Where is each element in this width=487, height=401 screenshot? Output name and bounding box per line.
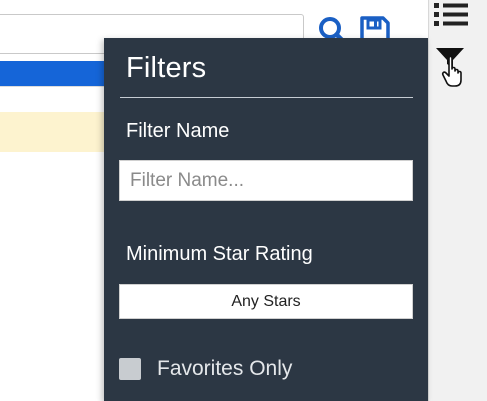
filters-panel: Filters Filter Name Minimum Star Rating … xyxy=(104,38,428,401)
list-divider xyxy=(0,86,110,87)
list-icon[interactable] xyxy=(433,0,469,30)
favorites-only-row[interactable]: Favorites Only xyxy=(119,356,292,382)
app-window: Filters Filter Name Minimum Star Rating … xyxy=(0,0,487,401)
min-star-rating-value: Any Stars xyxy=(231,292,301,310)
min-star-rating-select[interactable]: Any Stars xyxy=(119,284,413,319)
selected-list-row[interactable] xyxy=(0,61,110,86)
filter-name-label: Filter Name xyxy=(126,120,230,142)
highlighted-list-row[interactable] xyxy=(0,112,110,152)
filter-icon[interactable] xyxy=(434,44,468,88)
hand-cursor-icon xyxy=(441,55,462,87)
favorites-only-label: Favorites Only xyxy=(157,357,293,380)
title-divider xyxy=(120,97,413,98)
panel-title: Filters xyxy=(126,52,207,84)
favorites-only-checkbox[interactable] xyxy=(119,358,141,380)
filter-name-input[interactable] xyxy=(119,160,413,201)
min-star-rating-label: Minimum Star Rating xyxy=(126,243,313,265)
